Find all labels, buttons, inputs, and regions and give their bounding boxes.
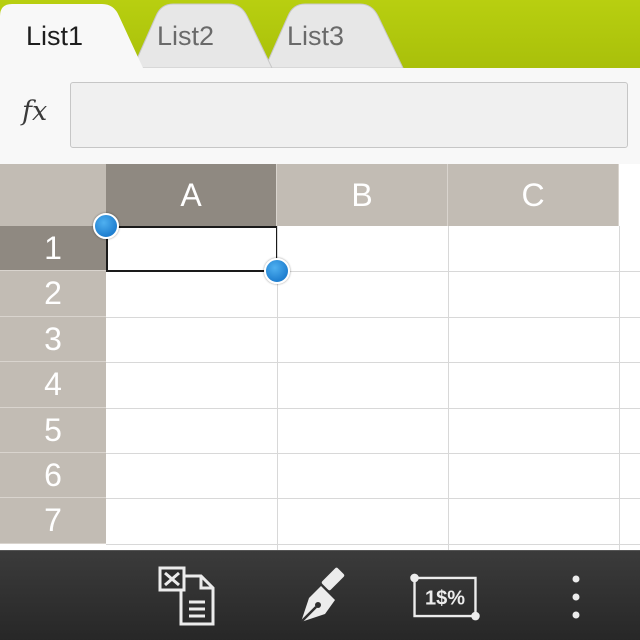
cell-b4[interactable] [277,362,449,408]
cell-a6[interactable] [106,453,278,499]
tab-list3[interactable]: List3 [287,18,344,54]
row-header-6[interactable]: 6 [0,453,106,499]
sheet-tab-bar: List1 List2 List3 [0,0,640,68]
clear-cell-icon [158,566,215,626]
cell-b5[interactable] [277,408,449,454]
column-header-c[interactable]: C [448,164,619,226]
cell-b1[interactable] [277,226,449,272]
cell-a4[interactable] [106,362,278,408]
number-format-icon: 1$% [410,573,480,621]
cell-c4[interactable] [448,362,620,408]
cell-c7[interactable] [448,498,620,544]
formula-bar: fx [0,68,640,164]
row-header-4[interactable]: 4 [0,362,106,408]
pen-button[interactable] [279,559,359,635]
column-header-a[interactable]: A [106,164,277,226]
column-gridline [448,226,449,550]
cell-a2[interactable] [106,271,278,317]
overflow-menu-button[interactable] [536,559,616,635]
pen-nib-icon [300,567,345,623]
cell-c2[interactable] [448,271,620,317]
column-header-b[interactable]: B [277,164,448,226]
cell-c6[interactable] [448,453,620,499]
spreadsheet-app: List1 List2 List3 fx ABC 1234567 1$% [0,0,640,640]
cell-b7[interactable] [277,498,449,544]
row-header-7[interactable]: 7 [0,498,106,544]
cell-c5[interactable] [448,408,620,454]
row-header-5[interactable]: 5 [0,407,106,453]
cell-b6[interactable] [277,453,449,499]
column-gridline [619,226,620,550]
row-header-3[interactable]: 3 [0,316,106,363]
number-format-label: 1$% [425,588,465,610]
cell-a1[interactable] [106,226,278,273]
row-header-2[interactable]: 2 [0,271,106,317]
more-vertical-icon [572,575,580,619]
cell-a3[interactable] [106,317,278,363]
clear-cell-button[interactable] [147,559,227,635]
fx-label: fx [22,96,48,127]
number-format-button[interactable]: 1$% [405,559,485,635]
cell-a7[interactable] [106,498,278,544]
row-header-1[interactable]: 1 [0,226,106,272]
select-all-corner[interactable] [0,164,106,226]
tab-list2[interactable]: List2 [157,18,214,54]
tab-list1[interactable]: List1 [26,18,83,54]
bottom-toolbar: 1$% [0,550,640,640]
formula-input[interactable] [70,82,628,148]
cell-b2[interactable] [277,271,449,317]
selection-handle-start[interactable] [93,213,119,239]
spreadsheet-grid: ABC 1234567 [0,164,640,550]
cell-a5[interactable] [106,408,278,454]
cell-b3[interactable] [277,317,449,363]
cell-c1[interactable] [448,226,620,272]
cell-c3[interactable] [448,317,620,363]
